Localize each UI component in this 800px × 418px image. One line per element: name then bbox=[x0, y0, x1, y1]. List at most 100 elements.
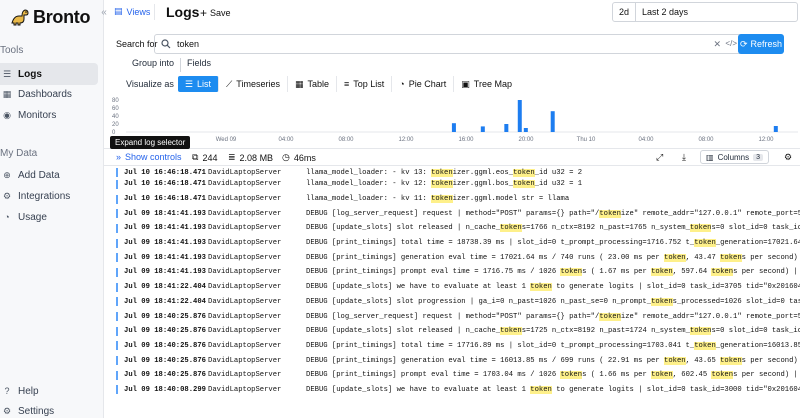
log-row[interactable]: Jul 09 18:40:25.876 DavidLaptopServer DEBU… bbox=[112, 309, 800, 324]
fields-button[interactable]: Fields bbox=[181, 58, 217, 72]
group-into-button[interactable]: Group into bbox=[126, 58, 182, 72]
dashboard-icon: ▦ bbox=[2, 88, 12, 99]
search-match-highlight: token bbox=[664, 253, 686, 262]
refresh-button[interactable]: ⟳ Refresh bbox=[738, 34, 784, 54]
sidebar-item-monitors[interactable]: ◉ Monitors bbox=[0, 104, 98, 126]
log-row[interactable]: Jul 09 18:40:25.876 DavidLaptopServer DEBU… bbox=[112, 368, 800, 383]
settings-button[interactable]: ⚙ bbox=[784, 152, 792, 163]
viz-list-button[interactable]: ☰ List bbox=[177, 76, 219, 92]
app-logo[interactable]: Bronto bbox=[10, 4, 90, 30]
time-range-code: 2d bbox=[613, 3, 637, 21]
download-button[interactable]: ⤓ bbox=[682, 152, 686, 163]
chart-bar[interactable] bbox=[523, 128, 528, 132]
chart-bar[interactable] bbox=[504, 124, 509, 132]
divider bbox=[154, 4, 155, 20]
search-match-highlight: token bbox=[711, 268, 734, 277]
search-row: Search for ✕ </> ⟳ Refresh bbox=[112, 34, 800, 54]
log-message: llama_model_loader: - kv 12: tokenizer.g… bbox=[306, 180, 583, 189]
time-range-selector[interactable]: 2d Last 2 days bbox=[612, 2, 798, 22]
log-row[interactable]: Jul 09 18:41:22.404 DavidLaptopServer DEBU… bbox=[112, 280, 800, 295]
log-host: DavidLaptopServer bbox=[208, 224, 282, 233]
sidebar-item-integrations[interactable]: ⚙ Integrations bbox=[0, 185, 98, 207]
show-controls-button[interactable]: » Show controls bbox=[116, 152, 182, 162]
chart-bar[interactable] bbox=[773, 126, 778, 132]
clear-search-icon[interactable]: ✕ bbox=[713, 39, 721, 50]
log-row[interactable]: Jul 10 16:46:18.471 DavidLaptopServer llam… bbox=[112, 192, 800, 207]
log-level-indicator bbox=[116, 312, 118, 322]
viz-toplist-button[interactable]: ≡ Top List bbox=[337, 76, 393, 92]
log-volume-chart: 80604020020:00Wed 0904:0008:0012:0016:00… bbox=[112, 98, 798, 143]
chart-bar[interactable] bbox=[517, 100, 522, 132]
log-timestamp: Jul 10 16:46:18.471 bbox=[124, 169, 206, 177]
sidebar-item-logs[interactable]: ☰ Logs bbox=[0, 63, 98, 85]
sidebar-item-help[interactable]: ? Help bbox=[0, 380, 98, 402]
log-row[interactable]: Jul 09 18:40:08.299 DavidLaptopServer DEBU… bbox=[112, 383, 800, 398]
sidebar-item-dashboards[interactable]: ▦ Dashboards bbox=[0, 83, 98, 105]
views-label: Views bbox=[126, 6, 151, 17]
log-row[interactable]: Jul 09 18:41:41.193 DavidLaptopServer DEBU… bbox=[112, 236, 800, 251]
sidebar-item-add-data[interactable]: ⊕ Add Data bbox=[0, 164, 98, 186]
sidebar-item-settings[interactable]: ⚙ Settings bbox=[0, 400, 98, 418]
viz-piechart-button[interactable]: ◔ Pie Chart bbox=[392, 76, 455, 92]
log-host: DavidLaptopServer bbox=[208, 169, 282, 177]
log-message: DEBUG [log_server_request] request | met… bbox=[306, 209, 800, 218]
log-timestamp: Jul 09 18:41:41.193 bbox=[124, 239, 206, 248]
top-bar: ▤ Views Logs + Save 2d Last 2 days bbox=[104, 0, 800, 26]
log-row[interactable]: Jul 09 18:41:22.404 DavidLaptopServer DEBU… bbox=[112, 295, 800, 310]
log-host: DavidLaptopServer bbox=[208, 297, 282, 306]
chart-bar[interactable] bbox=[451, 123, 456, 132]
log-row[interactable]: Jul 09 18:41:41.193 DavidLaptopServer DEBU… bbox=[112, 221, 800, 236]
sidebar-item-usage[interactable]: ◔ Usage bbox=[0, 206, 98, 228]
views-button[interactable]: ▤ Views bbox=[114, 6, 150, 17]
search-match-highlight: token bbox=[689, 224, 712, 233]
log-row[interactable]: Jul 09 18:40:25.876 DavidLaptopServer DEBU… bbox=[112, 324, 800, 339]
search-box[interactable]: ✕ </> bbox=[154, 34, 744, 54]
log-timestamp: Jul 09 18:41:41.193 bbox=[124, 224, 206, 233]
log-row[interactable]: Jul 09 18:41:41.193 DavidLaptopServer DEBU… bbox=[112, 206, 800, 221]
page-title: Logs bbox=[166, 4, 200, 20]
log-list[interactable]: Jul 10 16:46:18.471 DavidLaptopServer llam… bbox=[112, 167, 800, 418]
search-input[interactable] bbox=[177, 39, 657, 49]
expand-button[interactable]: ⤢ bbox=[656, 152, 663, 163]
log-row[interactable]: Jul 09 18:40:25.876 DavidLaptopServer DEBU… bbox=[112, 339, 800, 354]
log-row[interactable]: Jul 09 18:41:41.193 DavidLaptopServer DEBU… bbox=[112, 250, 800, 265]
log-message: DEBUG [print_timings] prompt eval time =… bbox=[306, 371, 800, 380]
code-view-icon[interactable]: </> bbox=[725, 39, 737, 48]
integrations-icon: ⚙ bbox=[2, 190, 12, 201]
plus-icon: + bbox=[200, 6, 208, 20]
expand-icon: ⤢ bbox=[656, 152, 664, 162]
save-button[interactable]: + Save bbox=[200, 6, 231, 20]
viz-table-button[interactable]: ▦ Table bbox=[288, 76, 337, 92]
query-duration-value: 46ms bbox=[293, 152, 316, 163]
x-tick-label: 20:00 bbox=[518, 137, 534, 143]
chart-bar[interactable] bbox=[480, 126, 485, 132]
search-match-highlight: token bbox=[500, 224, 522, 233]
search-match-highlight: token bbox=[689, 327, 712, 336]
log-host: DavidLaptopServer bbox=[208, 239, 282, 248]
chart-bar[interactable] bbox=[550, 111, 555, 132]
viz-option-label: Top List bbox=[353, 79, 385, 89]
sidebar-item-label: Logs bbox=[18, 68, 42, 80]
sidebar-item-label: Add Data bbox=[18, 169, 60, 181]
log-host: DavidLaptopServer bbox=[208, 327, 282, 336]
search-match-highlight: token bbox=[530, 283, 552, 292]
search-match-highlight: token bbox=[694, 341, 716, 350]
viz-treemap-button[interactable]: ▣ Tree Map bbox=[454, 76, 519, 92]
log-row[interactable]: Jul 10 16:46:18.471 DavidLaptopServer llam… bbox=[112, 177, 800, 192]
log-host: DavidLaptopServer bbox=[208, 283, 282, 292]
columns-button[interactable]: ▥ Columns 3 bbox=[700, 150, 770, 164]
visualize-row: Visualize as ☰ List ⟋ Timeseries ▦ Table ≡ T… bbox=[126, 76, 519, 92]
log-message: DEBUG [print_timings] total time = 18738… bbox=[306, 239, 800, 248]
log-row[interactable]: Jul 10 16:46:18.471 DavidLaptopServer llam… bbox=[112, 167, 800, 177]
viz-timeseries-button[interactable]: ⟋ Timeseries bbox=[219, 76, 288, 92]
log-timestamp: Jul 09 18:41:22.404 bbox=[124, 283, 206, 292]
time-range-label: Last 2 days bbox=[642, 7, 689, 17]
search-label: Search for bbox=[116, 39, 158, 49]
log-timestamp: Jul 10 16:46:18.471 bbox=[124, 180, 206, 189]
monitor-icon: ◉ bbox=[3, 109, 11, 120]
log-level-indicator bbox=[116, 267, 118, 277]
y-tick-label: 40 bbox=[112, 114, 119, 120]
help-icon: ? bbox=[4, 386, 10, 396]
log-row[interactable]: Jul 09 18:41:41.193 DavidLaptopServer DEBU… bbox=[112, 265, 800, 280]
log-row[interactable]: Jul 09 18:40:25.876 DavidLaptopServer DEBU… bbox=[112, 353, 800, 368]
